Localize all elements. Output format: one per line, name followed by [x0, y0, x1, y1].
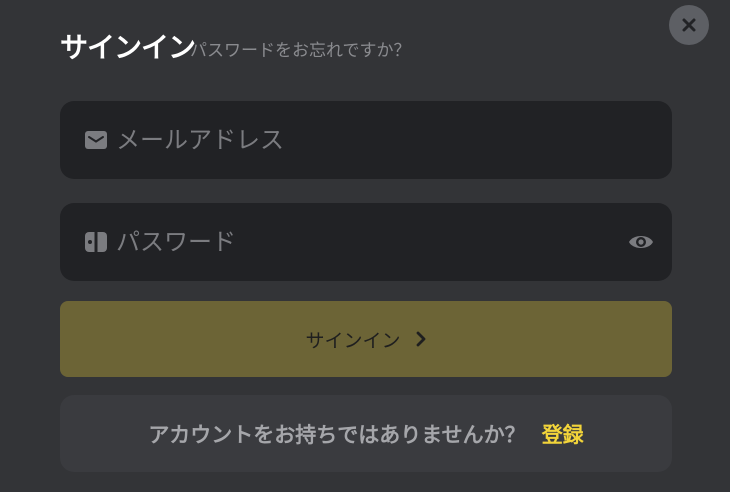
close-icon	[682, 18, 696, 32]
close-button[interactable]	[669, 5, 709, 45]
chevron-right-icon	[416, 331, 425, 347]
signin-button-label: サインイン	[305, 329, 401, 352]
register-link[interactable]: 登録	[542, 419, 584, 449]
email-field[interactable]	[60, 101, 672, 179]
register-prompt: アカウントをお持ちではありませんか？ 登録	[60, 395, 672, 472]
signin-button[interactable]: サインイン	[60, 301, 672, 377]
page-title: サインイン	[60, 31, 196, 64]
email-input[interactable]	[116, 101, 636, 179]
forgot-password-link[interactable]: パスワードをお忘れですか？	[190, 36, 411, 61]
password-field[interactable]	[60, 203, 672, 281]
mail-icon	[85, 131, 107, 149]
password-input[interactable]	[116, 203, 636, 281]
key-icon	[85, 232, 107, 252]
eye-icon[interactable]	[628, 230, 654, 254]
register-question: アカウントをお持ちではありませんか？	[148, 422, 526, 447]
